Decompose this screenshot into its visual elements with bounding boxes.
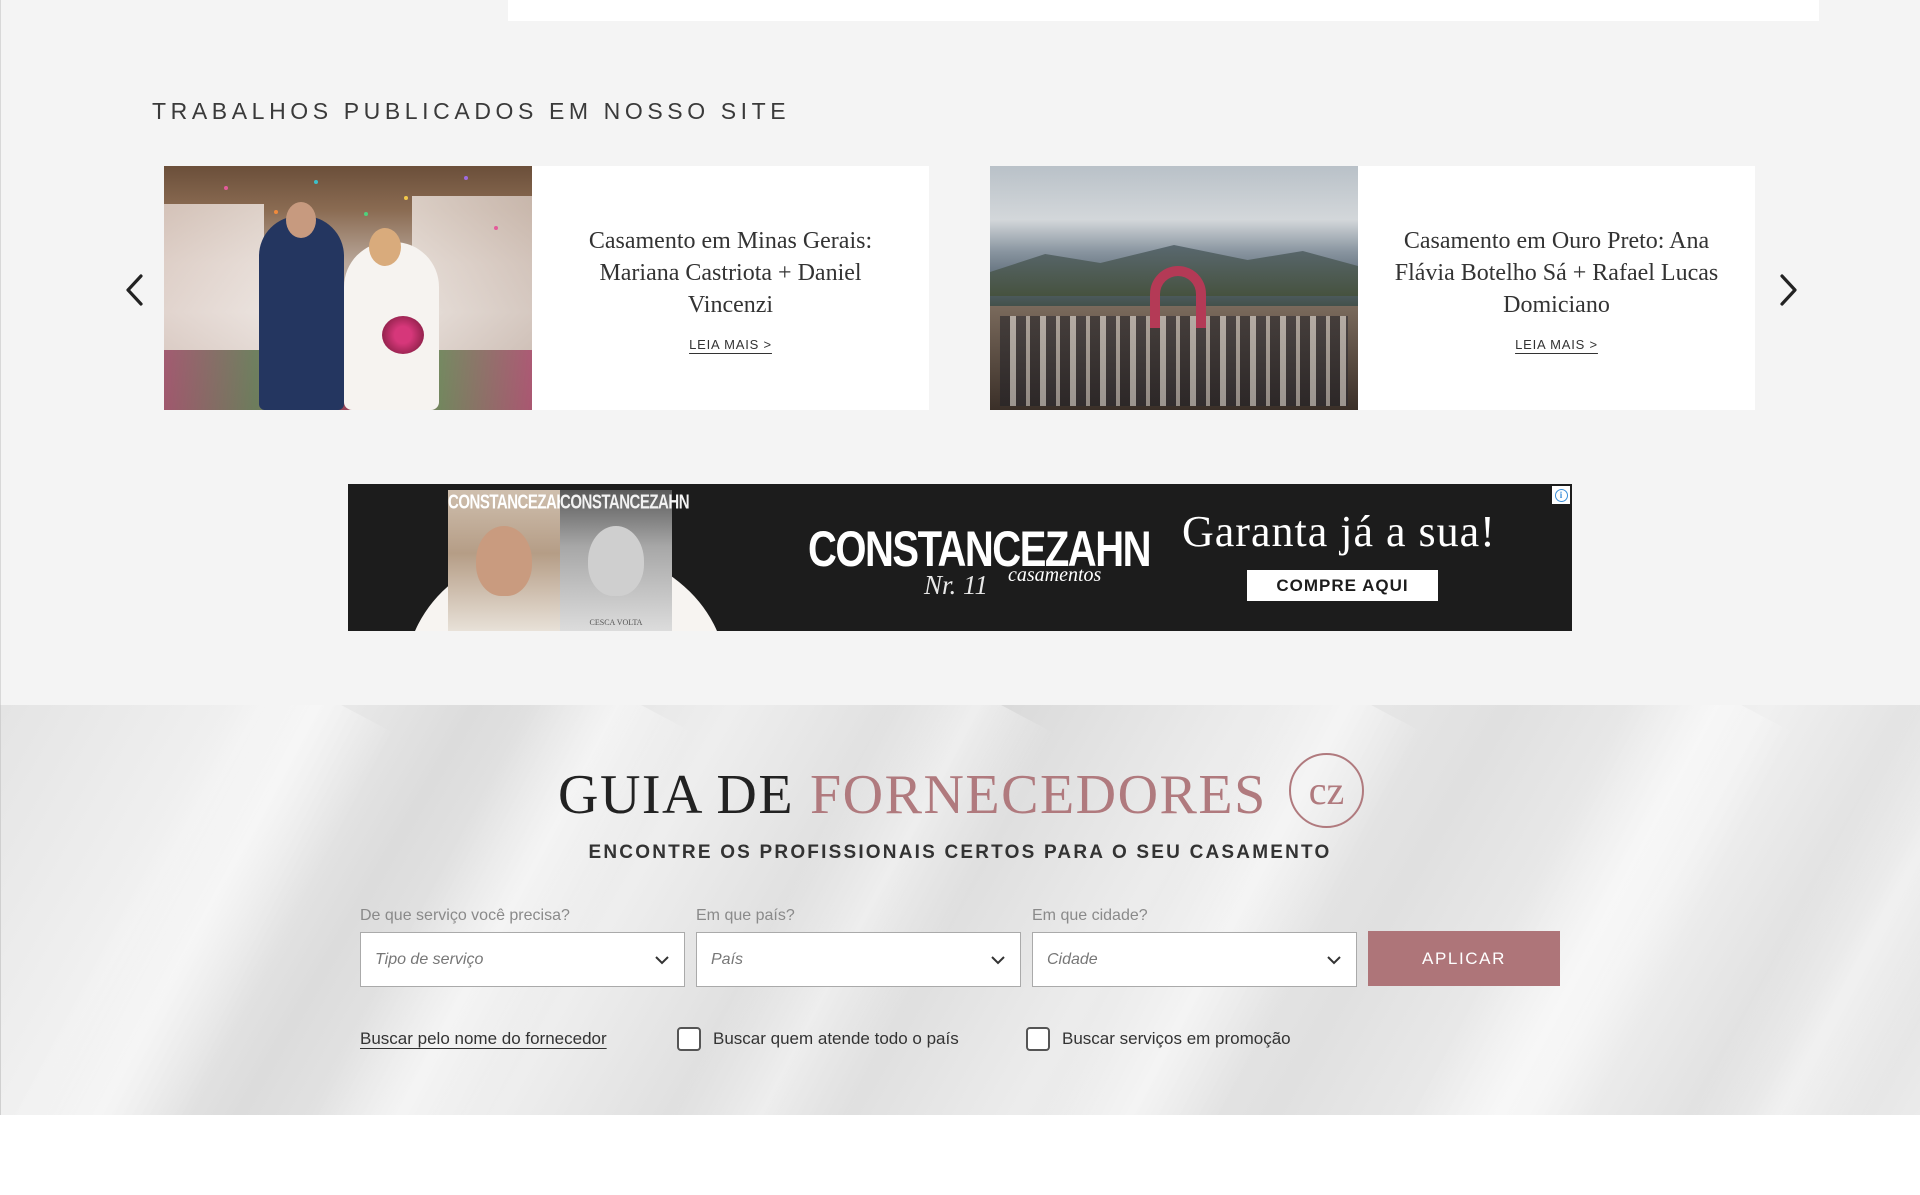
promo-checkbox[interactable] xyxy=(1026,1027,1050,1051)
cz-logo: cz xyxy=(1289,753,1364,828)
previous-content-card xyxy=(508,0,1819,21)
service-select-placeholder: Tipo de serviço xyxy=(375,950,484,968)
read-more-link[interactable]: LEIA MAIS > xyxy=(1515,337,1598,352)
city-label: Em que cidade? xyxy=(1032,907,1148,924)
card-body: Casamento em Ouro Preto: Ana Flávia Bote… xyxy=(1358,166,1755,410)
ad-info-button[interactable]: i xyxy=(1552,486,1570,504)
article-title[interactable]: Casamento em Minas Gerais: Mariana Castr… xyxy=(560,225,901,321)
service-select[interactable]: Tipo de serviço xyxy=(360,932,685,987)
magazine-ad-banner[interactable]: CONSTANCEZAHN CONSTANCEZAHN CESCA VOLTA … xyxy=(348,484,1572,631)
card-body: Casamento em Minas Gerais: Mariana Castr… xyxy=(532,166,929,410)
article-card[interactable]: Casamento em Minas Gerais: Mariana Castr… xyxy=(164,166,929,410)
country-label: Em que país? xyxy=(696,907,795,924)
read-more-link[interactable]: LEIA MAIS > xyxy=(689,337,772,352)
nationwide-option[interactable]: Buscar quem atende todo o país xyxy=(677,1026,959,1052)
chevron-right-icon xyxy=(1780,274,1797,306)
info-icon: i xyxy=(1554,488,1568,502)
section-title: TRABALHOS PUBLICADOS EM NOSSO SITE xyxy=(152,98,791,124)
service-label: De que serviço você precisa? xyxy=(360,907,570,924)
chevron-down-icon xyxy=(991,955,1005,964)
wedding-couple-photo[interactable] xyxy=(164,166,532,410)
nationwide-checkbox[interactable] xyxy=(677,1027,701,1051)
ad-script: casamentos xyxy=(1008,564,1102,586)
chevron-left-icon xyxy=(126,274,143,306)
article-title[interactable]: Casamento em Ouro Preto: Ana Flávia Bote… xyxy=(1386,225,1727,321)
mountain-ceremony-photo[interactable] xyxy=(990,166,1358,410)
ad-headline: Garanta já a sua! xyxy=(1182,507,1496,556)
promo-label: Buscar serviços em promoção xyxy=(1062,1029,1291,1048)
city-select-placeholder: Cidade xyxy=(1047,950,1098,968)
article-card[interactable]: Casamento em Ouro Preto: Ana Flávia Bote… xyxy=(990,166,1755,410)
magazine-cover: CONSTANCEZAHN CESCA VOLTA xyxy=(560,490,690,631)
buy-now-button[interactable]: COMPRE AQUI xyxy=(1247,570,1438,601)
ad-edition: Nr. 11 xyxy=(924,570,989,600)
magazine-cover: CONSTANCEZAHN xyxy=(448,490,578,631)
country-select-placeholder: País xyxy=(711,950,744,968)
country-select[interactable]: País xyxy=(696,932,1021,987)
guide-title: GUIA DE FORNECEDORES xyxy=(558,755,1267,835)
promo-option[interactable]: Buscar serviços em promoção xyxy=(1026,1026,1291,1052)
carousel-next-button[interactable] xyxy=(1769,268,1809,312)
city-select[interactable]: Cidade xyxy=(1032,932,1357,987)
search-by-name-link[interactable]: Buscar pelo nome do fornecedor xyxy=(360,1029,607,1049)
guide-title-accent: FORNECEDORES xyxy=(810,764,1267,826)
nationwide-label: Buscar quem atende todo o país xyxy=(713,1029,959,1048)
chevron-down-icon xyxy=(1327,955,1341,964)
guide-title-dark: GUIA DE xyxy=(558,764,795,826)
guide-subtitle: ENCONTRE OS PROFISSIONAIS CERTOS PARA O … xyxy=(588,842,1332,863)
apply-button[interactable]: APLICAR xyxy=(1368,931,1560,986)
chevron-down-icon xyxy=(655,955,669,964)
carousel-prev-button[interactable] xyxy=(114,268,154,312)
